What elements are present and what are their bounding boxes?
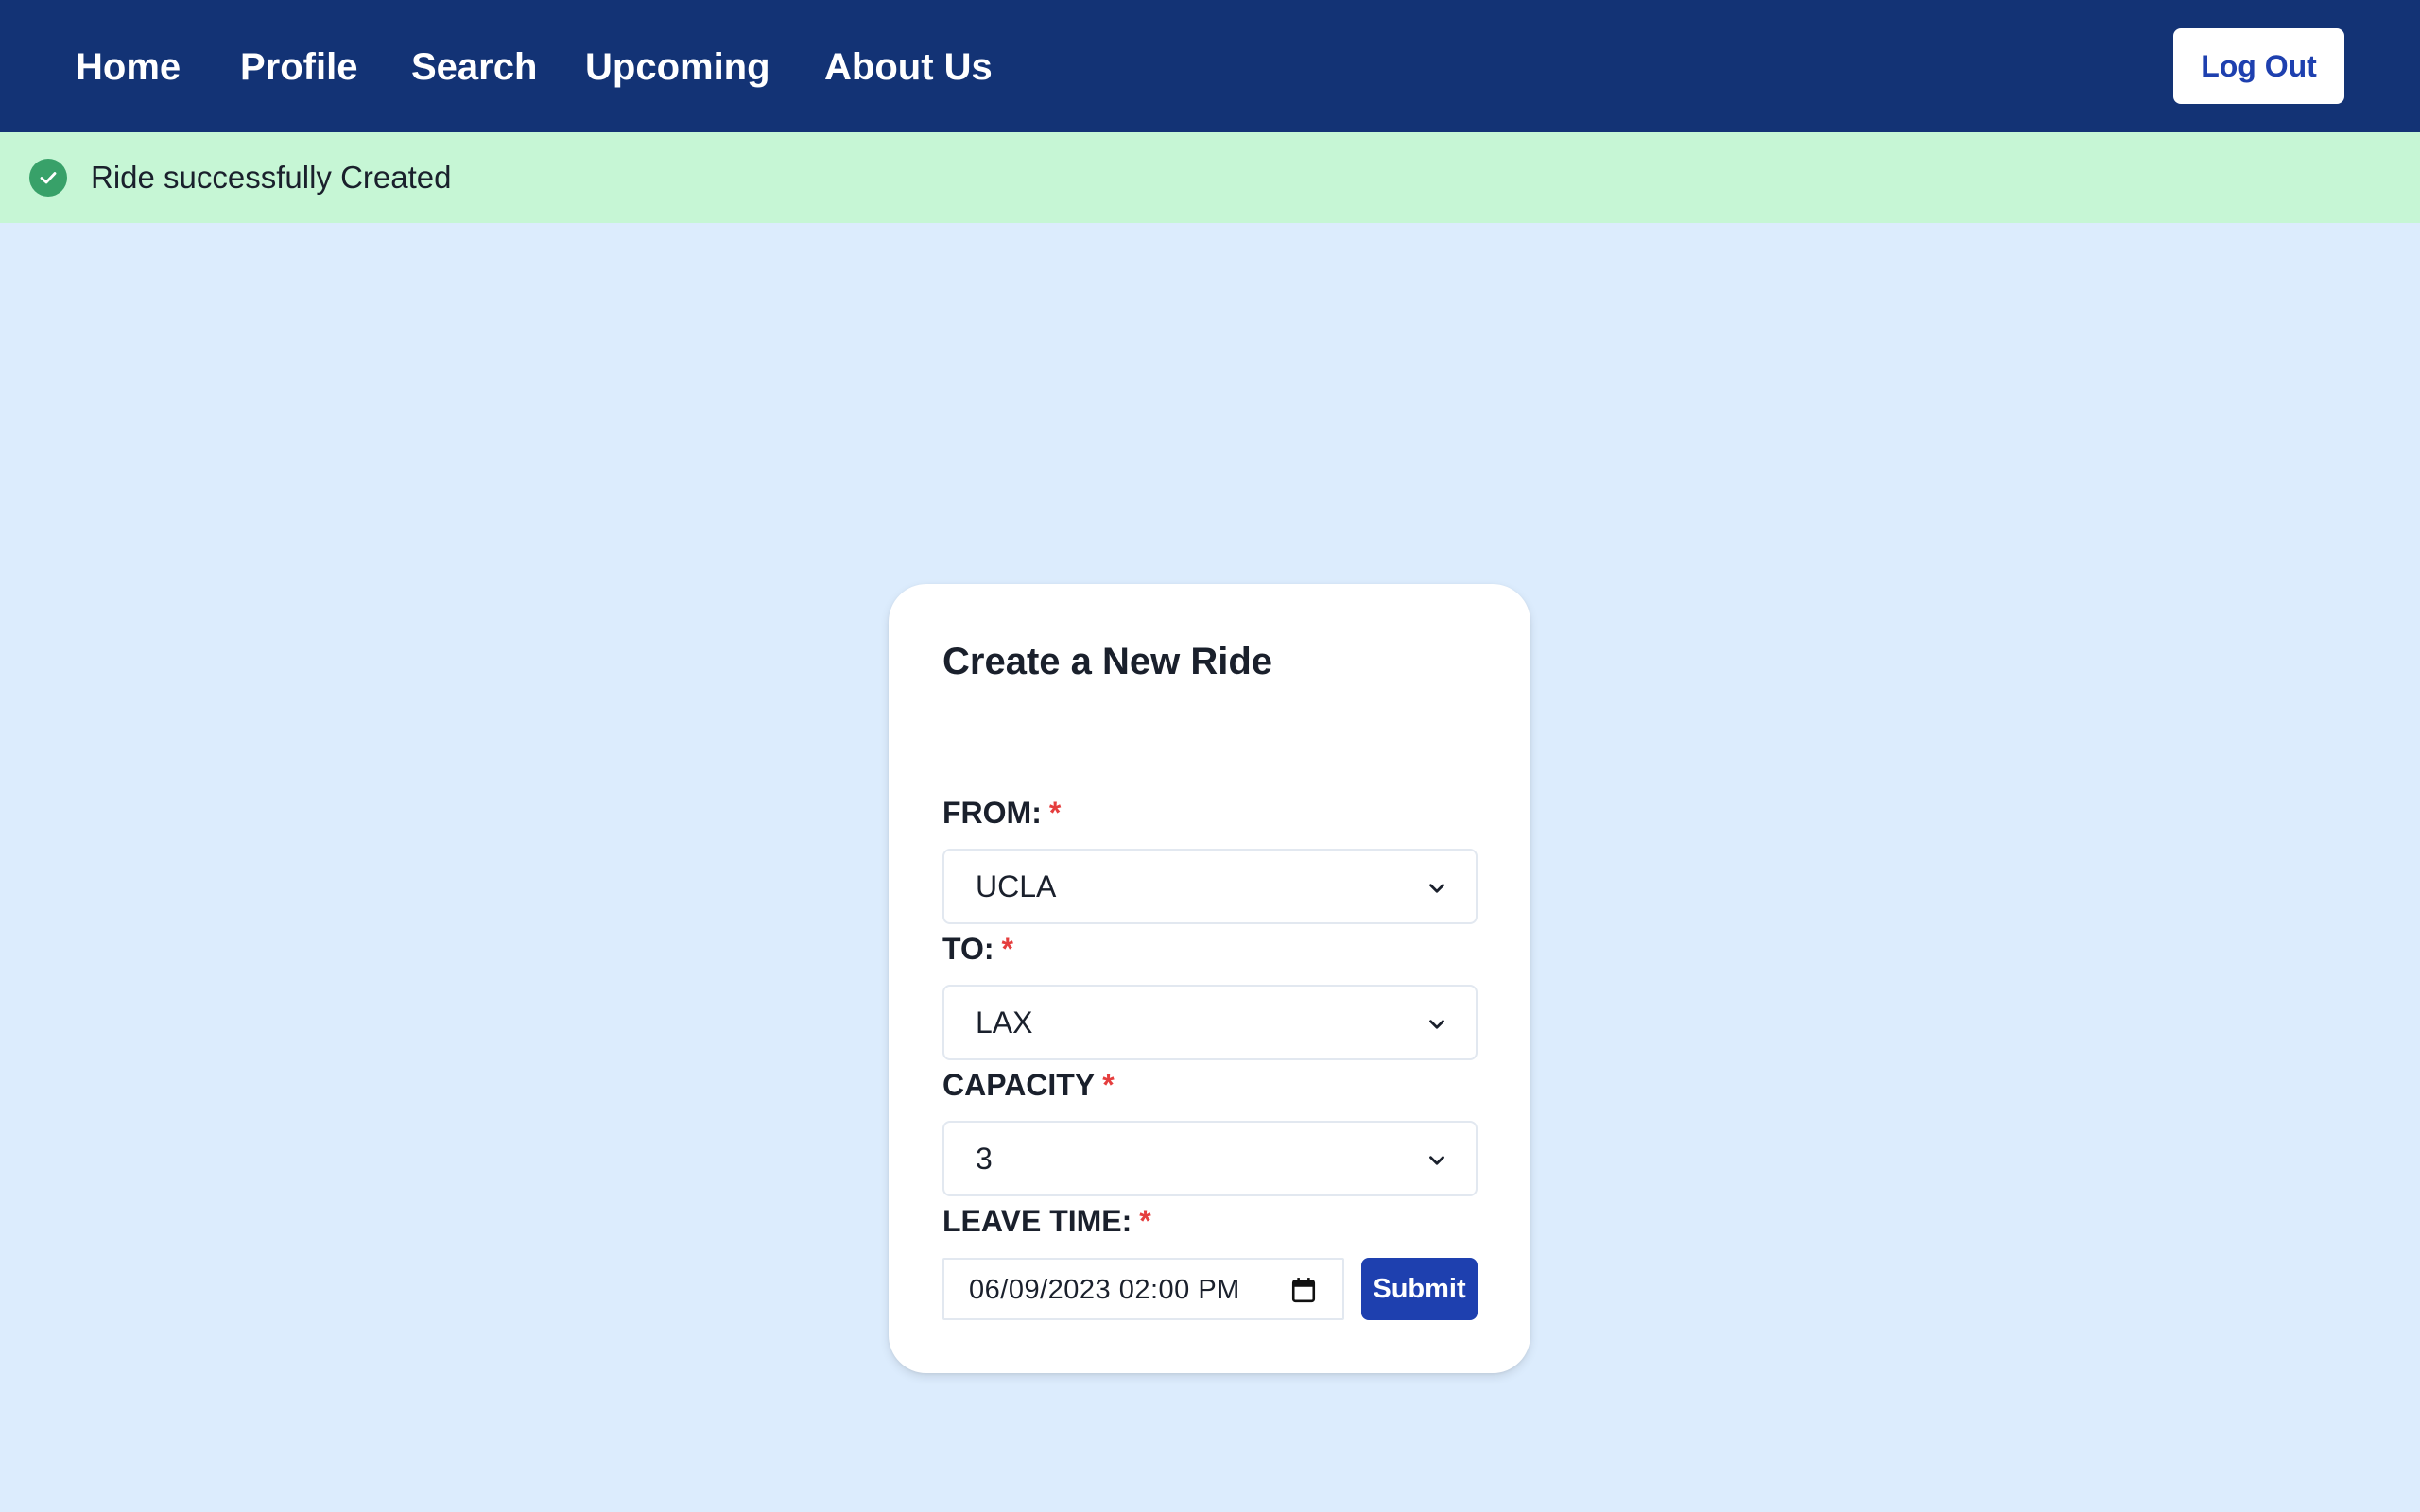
success-alert: Ride successfully Created — [0, 132, 2420, 223]
submit-button[interactable]: Submit — [1361, 1258, 1478, 1320]
calendar-icon[interactable] — [1291, 1277, 1316, 1303]
nav-link-search[interactable]: Search — [411, 38, 537, 96]
nav-link-about-us[interactable]: About Us — [824, 38, 993, 96]
to-select[interactable]: LAX — [942, 985, 1478, 1060]
from-label-text: FROM: — [942, 796, 1042, 830]
capacity-label-text: CAPACITY — [942, 1068, 1096, 1102]
nav-link-profile[interactable]: Profile — [240, 38, 357, 96]
leave-time-label: LEAVE TIME: * — [942, 1200, 1151, 1242]
capacity-select-value: 3 — [976, 1142, 993, 1176]
alert-message: Ride successfully Created — [91, 160, 452, 195]
required-marker: * — [1102, 1068, 1115, 1102]
chevron-down-icon — [1429, 1156, 1444, 1165]
to-select-value: LAX — [976, 1005, 1033, 1040]
nav-link-home[interactable]: Home — [76, 38, 181, 96]
required-marker: * — [1001, 932, 1013, 966]
leave-time-input[interactable]: 06/09/2023 02:00 PM — [942, 1258, 1344, 1320]
to-label-text: TO: — [942, 932, 994, 966]
check-circle-icon — [29, 159, 67, 197]
from-select-value: UCLA — [976, 869, 1057, 903]
top-navbar: Home Profile Search Upcoming About Us Lo… — [0, 0, 2420, 132]
logout-button[interactable]: Log Out — [2173, 28, 2344, 104]
required-marker: * — [1048, 796, 1062, 830]
chevron-down-icon — [1429, 1020, 1444, 1029]
create-ride-card: Create a New Ride FROM: * UCLA TO: * LAX C… — [889, 584, 1530, 1373]
leave-time-label-text: LEAVE TIME: — [942, 1204, 1132, 1238]
capacity-select[interactable]: 3 — [942, 1121, 1478, 1196]
from-select[interactable]: UCLA — [942, 849, 1478, 924]
chevron-down-icon — [1429, 884, 1444, 893]
to-label: TO: * — [942, 928, 1013, 970]
nav-link-upcoming[interactable]: Upcoming — [585, 38, 770, 96]
capacity-label: CAPACITY * — [942, 1064, 1115, 1106]
required-marker: * — [1139, 1204, 1151, 1238]
leave-time-value: 06/09/2023 02:00 PM — [969, 1275, 1240, 1305]
from-label: FROM: * — [942, 792, 1061, 833]
card-title: Create a New Ride — [942, 641, 1273, 682]
